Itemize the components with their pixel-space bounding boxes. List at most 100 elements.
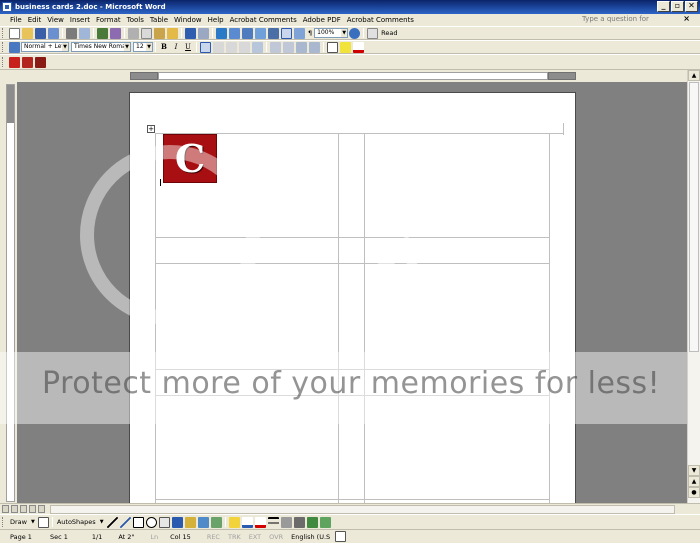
3d-style-icon[interactable]	[319, 516, 331, 528]
permission-icon[interactable]	[48, 27, 59, 39]
font-size-select[interactable]: 12 ▼	[133, 42, 153, 52]
underline-button[interactable]: U	[183, 42, 193, 52]
columns-icon[interactable]	[268, 27, 279, 39]
spelling-icon[interactable]	[97, 27, 108, 39]
toolbar-grip[interactable]	[2, 42, 5, 52]
highlight-icon[interactable]	[340, 41, 351, 53]
outline-view-icon[interactable]	[29, 505, 36, 513]
convert-to-pdf-icon[interactable]	[9, 56, 20, 68]
research-icon[interactable]	[110, 27, 121, 39]
dash-style-icon[interactable]	[280, 516, 292, 528]
horizontal-scroll-track[interactable]	[50, 505, 675, 514]
menu-tools[interactable]: Tools	[124, 16, 147, 24]
menu-acrobat-comments-2[interactable]: Acrobat Comments	[344, 16, 417, 24]
line-color-icon[interactable]	[241, 516, 253, 528]
arrow-style-icon[interactable]	[293, 516, 305, 528]
redo-icon[interactable]	[198, 27, 209, 39]
show-hide-icon[interactable]: ¶	[306, 29, 314, 37]
maximize-button[interactable]: ▫	[671, 1, 684, 12]
vertical-scrollbar[interactable]: ▲ ▼ ▲ ●	[687, 70, 700, 503]
align-left-icon[interactable]	[200, 41, 211, 53]
print-icon[interactable]	[66, 27, 77, 39]
print-layout-icon[interactable]	[20, 505, 27, 513]
help-search-input[interactable]: Type a question for help	[580, 14, 656, 34]
insert-table-icon[interactable]	[242, 27, 253, 39]
toolbar-grip[interactable]	[2, 517, 5, 527]
select-objects-icon[interactable]	[37, 516, 49, 528]
status-ovr[interactable]: OVR	[265, 533, 287, 541]
oval-icon[interactable]	[145, 516, 157, 528]
paste-icon[interactable]	[154, 27, 165, 39]
bold-button[interactable]: B	[159, 42, 169, 52]
help-icon[interactable]	[349, 27, 361, 39]
bullets-icon[interactable]	[283, 41, 294, 53]
web-layout-icon[interactable]	[11, 505, 18, 513]
previous-page-button[interactable]: ▲	[688, 476, 700, 487]
spelling-status-icon[interactable]	[335, 531, 347, 542]
increase-indent-icon[interactable]	[309, 41, 320, 53]
font-select[interactable]: Times New Roman ▼	[71, 42, 131, 52]
table-move-handle[interactable]: +	[147, 125, 155, 133]
autoshapes-menu-button[interactable]: AutoShapes	[55, 518, 98, 526]
style-select[interactable]: Normal + Left: ▼	[21, 42, 69, 52]
close-button[interactable]: ✕	[685, 1, 698, 12]
hyperlink-icon[interactable]	[216, 27, 227, 39]
menu-table[interactable]: Table	[147, 16, 171, 24]
open-folder-icon[interactable]	[22, 27, 33, 39]
font-color-icon[interactable]	[254, 516, 266, 528]
tables-borders-icon[interactable]	[229, 27, 240, 39]
new-document-icon[interactable]	[9, 27, 20, 39]
picture-icon[interactable]	[210, 516, 222, 528]
align-center-icon[interactable]	[213, 41, 224, 53]
arrow-icon[interactable]	[119, 516, 131, 528]
wordart-icon[interactable]	[171, 516, 183, 528]
horizontal-scrollbar[interactable]	[0, 503, 700, 514]
menu-help[interactable]: Help	[205, 16, 227, 24]
insert-excel-icon[interactable]	[255, 27, 266, 39]
rectangle-icon[interactable]	[132, 516, 144, 528]
read-icon[interactable]	[367, 27, 379, 39]
line-icon[interactable]	[106, 516, 118, 528]
menu-view[interactable]: View	[44, 16, 67, 24]
cut-icon[interactable]	[128, 27, 139, 39]
numbering-icon[interactable]	[270, 41, 281, 53]
diagram-icon[interactable]	[184, 516, 196, 528]
italic-button[interactable]: I	[171, 42, 181, 52]
menu-acrobat-comments[interactable]: Acrobat Comments	[227, 16, 300, 24]
copy-icon[interactable]	[141, 27, 152, 39]
justify-icon[interactable]	[239, 41, 250, 53]
status-rec[interactable]: REC	[203, 533, 224, 541]
borders-icon[interactable]	[327, 41, 338, 53]
scroll-down-button[interactable]: ▼	[688, 465, 700, 476]
document-close-button[interactable]: ×	[683, 15, 690, 23]
read-button[interactable]: Read	[379, 29, 399, 37]
save-icon[interactable]	[35, 27, 46, 39]
shadow-style-icon[interactable]	[306, 516, 318, 528]
vertical-ruler[interactable]	[6, 84, 15, 502]
fill-color-icon[interactable]	[228, 516, 240, 528]
align-right-icon[interactable]	[226, 41, 237, 53]
line-style-icon[interactable]	[267, 516, 279, 528]
select-browse-object-button[interactable]: ●	[688, 487, 700, 498]
scroll-thumb[interactable]	[689, 82, 699, 352]
clip-art-icon[interactable]	[197, 516, 209, 528]
format-painter-icon[interactable]	[167, 27, 178, 39]
status-ext[interactable]: EXT	[245, 533, 265, 541]
convert-and-email-icon[interactable]	[22, 56, 33, 68]
status-language[interactable]: English (U.S	[287, 533, 334, 541]
styles-icon[interactable]	[9, 41, 20, 53]
font-color-icon[interactable]	[353, 41, 364, 53]
menu-edit[interactable]: Edit	[25, 16, 45, 24]
print-preview-icon[interactable]	[79, 27, 90, 39]
menu-insert[interactable]: Insert	[67, 16, 93, 24]
horizontal-ruler[interactable]	[0, 70, 700, 82]
reading-layout-icon[interactable]	[38, 505, 45, 513]
status-trk[interactable]: TRK	[224, 533, 245, 541]
line-spacing-icon[interactable]	[252, 41, 263, 53]
undo-icon[interactable]	[185, 27, 196, 39]
scroll-up-button[interactable]: ▲	[688, 70, 700, 81]
zoom-select[interactable]: 100% ▼	[314, 28, 349, 38]
menu-file[interactable]: File	[7, 16, 25, 24]
decrease-indent-icon[interactable]	[296, 41, 307, 53]
menu-window[interactable]: Window	[171, 16, 205, 24]
